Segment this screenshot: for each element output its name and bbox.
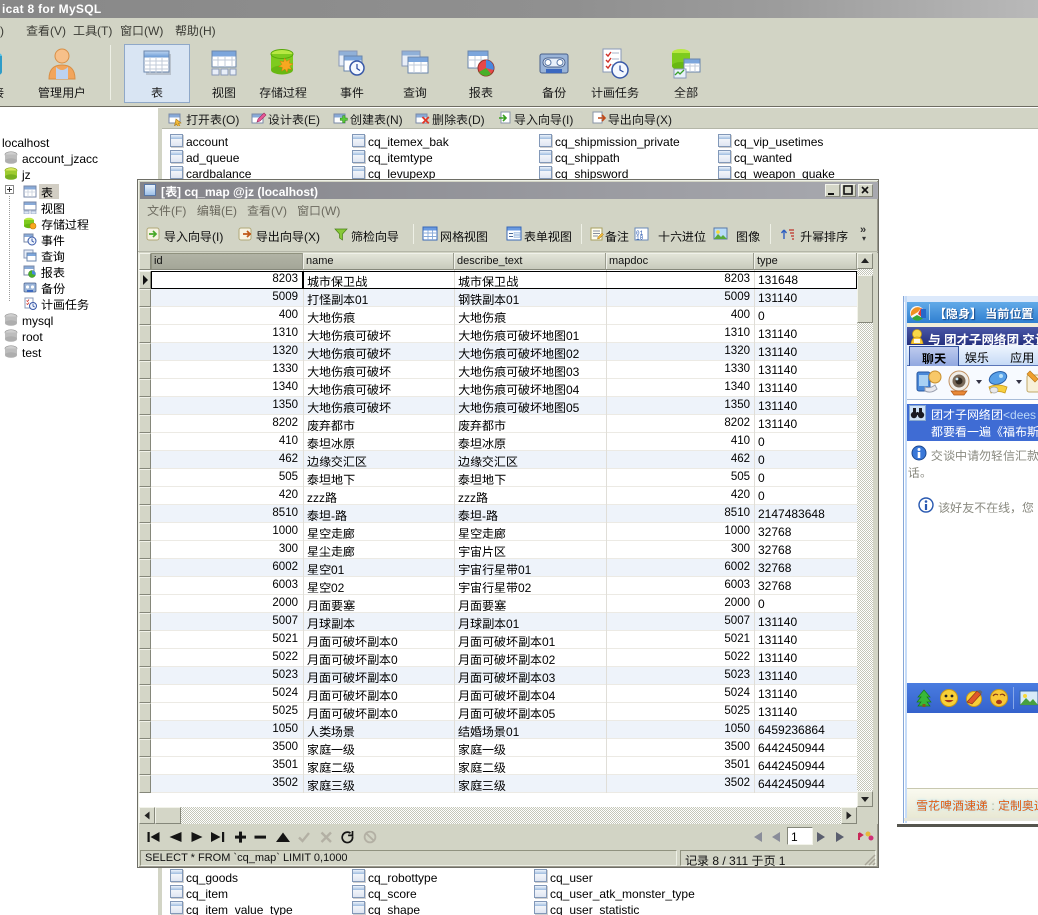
svg-text:10: 10: [636, 235, 644, 242]
